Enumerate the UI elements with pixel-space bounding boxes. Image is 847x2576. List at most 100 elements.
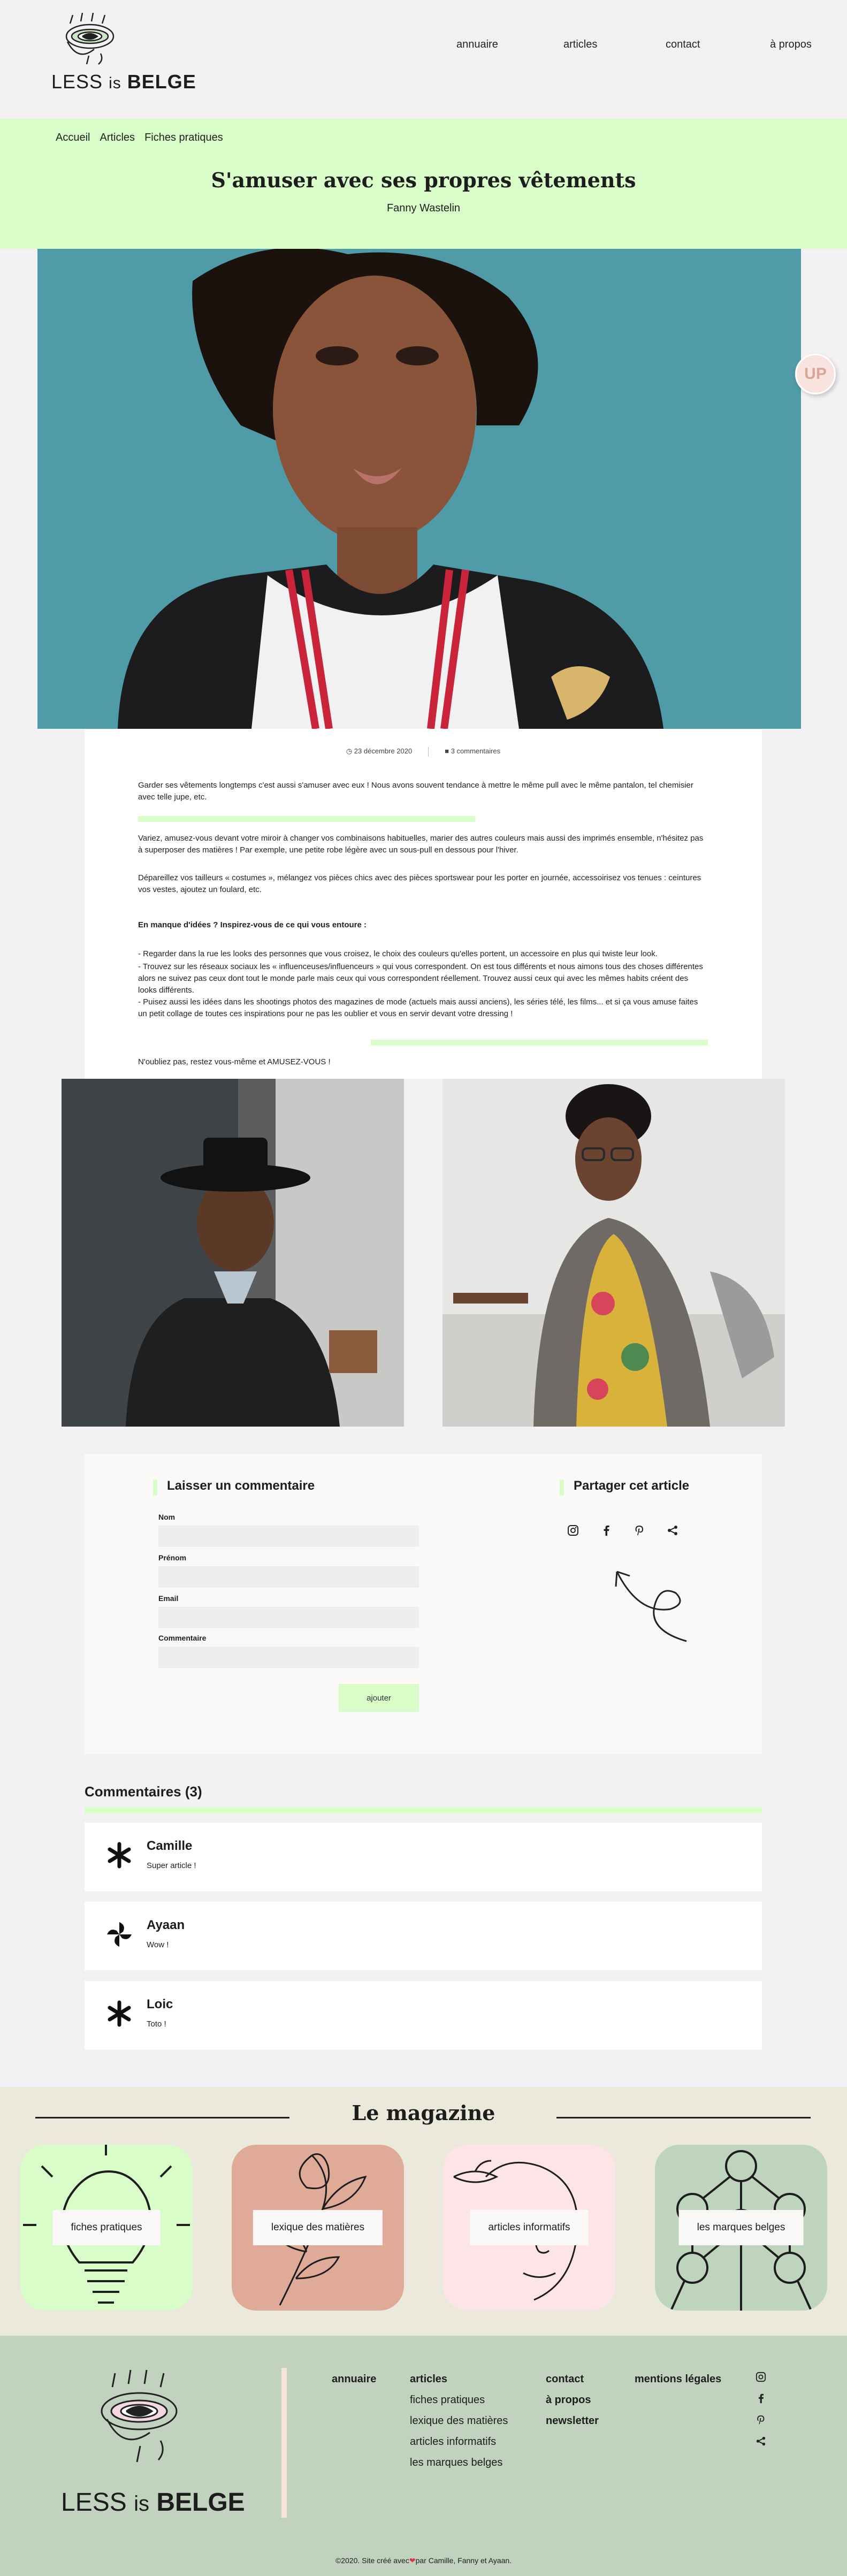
label-nom: Nom (158, 1513, 175, 1521)
article-body: ◷ 23 décembre 2020 ■ 3 commentaires Gard… (85, 729, 762, 1079)
paragraph-4-line-3: - Puisez aussi les idées dans les shooti… (138, 997, 698, 1018)
label-commentaire: Commentaire (158, 1634, 207, 1642)
comment-form-section: Laisser un commentaire Nom Prénom Email … (85, 1454, 762, 1754)
magazine-title: Le magazine (352, 2101, 495, 2125)
article-title: S'amuser avec ses propres vêtements (211, 168, 636, 192)
footer-logo[interactable]: LESS is BELGE (59, 2366, 251, 2537)
magazine-label: lexique des matières (253, 2210, 383, 2245)
asterisk-icon (108, 2000, 131, 2027)
site-footer: LESS is BELGE annuaire articles fiches p… (0, 2336, 847, 2576)
comment-author: Camille (147, 1839, 193, 1853)
footer-link-a-propos[interactable]: à propos (546, 2390, 599, 2411)
article-meta: ◷ 23 décembre 2020 ■ 3 commentaires (85, 747, 762, 757)
share-icon[interactable] (666, 1523, 680, 1537)
comments-accent-line (85, 1807, 762, 1813)
breadcrumb-fiches-pratiques[interactable]: Fiches pratiques (144, 132, 223, 144)
share-icons (566, 1523, 680, 1537)
footer-link-annuaire[interactable]: annuaire (332, 2369, 376, 2390)
photo-woman-glasses (442, 1079, 785, 1427)
pinterest-icon[interactable] (754, 2414, 767, 2426)
footer-link-mentions-legales[interactable]: mentions légales (635, 2369, 721, 2390)
paragraph-4-line-2: - Trouvez sur les réseaux sociaux les « … (138, 962, 703, 995)
share-heading: Partager cet article (560, 1478, 689, 1496)
magazine-rule-right (556, 2117, 811, 2118)
heart-icon: ❤ (409, 2556, 416, 2565)
magazine-card-fiches-pratiques[interactable]: fiches pratiques (20, 2145, 193, 2311)
hero-image (37, 249, 801, 729)
photo-man-hat (62, 1079, 404, 1427)
comment-author: Ayaan (147, 1918, 185, 1932)
footer-link-articles[interactable]: articles (410, 2369, 508, 2390)
pinterest-icon[interactable] (632, 1523, 646, 1537)
article-date: ◷ 23 décembre 2020 (346, 747, 413, 755)
nav-annuaire[interactable]: annuaire (456, 39, 498, 51)
accent-line (138, 816, 475, 822)
footer-copyright: ©2020. Site créé avec❤par Camille, Fanny… (335, 2556, 512, 2565)
footer-divider (281, 2368, 287, 2518)
site-header: LESS is BELGE annuaire articles contact … (0, 0, 847, 119)
footer-link-marques-belges[interactable]: les marques belges (410, 2452, 508, 2473)
paragraph-3: Dépareillez vos tailleurs « costumes », … (138, 873, 701, 894)
nom-input[interactable] (158, 1526, 419, 1547)
footer-link-newsletter[interactable]: newsletter (546, 2411, 599, 2432)
footer-link-lexique[interactable]: lexique des matières (410, 2411, 508, 2432)
footer-link-fiches-pratiques[interactable]: fiches pratiques (410, 2390, 508, 2411)
facebook-icon[interactable] (599, 1523, 613, 1537)
magazine-section: Le magazine fiches pratiques lexique des… (0, 2087, 847, 2336)
comment-author: Loic (147, 1997, 173, 2011)
breadcrumb-accueil[interactable]: Accueil (56, 132, 90, 144)
nav-articles[interactable]: articles (563, 39, 597, 51)
paragraph-2: Variez, amusez-vous devant votre miroir … (138, 834, 704, 855)
comments-title: Commentaires (3) (85, 1784, 202, 1800)
paragraph-4-heading: En manque d'idées ? Inspirez-vous de ce … (138, 920, 367, 929)
comment-form-heading: Laisser un commentaire (153, 1478, 315, 1496)
commentaire-textarea[interactable] (158, 1647, 419, 1668)
logo-wordmark: LESS is BELGE (51, 71, 196, 93)
breadcrumb: Accueil Articles Fiches pratiques (56, 132, 223, 144)
meta-divider (428, 747, 429, 757)
footer-col-annuaire: annuaire (332, 2369, 376, 2390)
instagram-icon[interactable] (566, 1523, 580, 1537)
nav-contact[interactable]: contact (666, 39, 700, 51)
main-nav: annuaire articles contact à propos (0, 39, 847, 55)
instagram-icon[interactable] (754, 2371, 767, 2383)
footer-link-articles-informatifs[interactable]: articles informatifs (410, 2432, 508, 2452)
paragraph-1: Garder ses vêtements longtemps c'est aus… (138, 781, 693, 802)
submit-comment-button[interactable]: ajouter (339, 1684, 419, 1712)
comment-text: Toto ! (147, 2019, 166, 2029)
title-band: Accueil Articles Fiches pratiques S'amus… (0, 119, 847, 249)
prenom-input[interactable] (158, 1566, 419, 1588)
magazine-label: les marques belges (678, 2210, 804, 2245)
footer-logo-wordmark: LESS is BELGE (61, 2488, 245, 2517)
footer-social-icons (754, 2371, 767, 2447)
comment-text: Wow ! (147, 1940, 169, 1949)
article-comment-count[interactable]: ■ 3 commentaires (445, 747, 500, 757)
site-logo[interactable]: LESS is BELGE (51, 11, 196, 102)
breadcrumb-articles[interactable]: Articles (100, 132, 135, 144)
magazine-card-articles-informatifs[interactable]: articles informatifs (443, 2145, 615, 2311)
paragraph-4-line-1: - Regarder dans la rue les looks des per… (138, 949, 658, 958)
comment-item: Camille Super article ! (85, 1823, 762, 1891)
magazine-card-marques-belges[interactable]: les marques belges (655, 2145, 827, 2311)
magazine-label: articles informatifs (470, 2210, 589, 2245)
label-prenom: Prénom (158, 1553, 187, 1562)
email-input[interactable] (158, 1607, 419, 1628)
magazine-label: fiches pratiques (52, 2210, 161, 2245)
footer-col-articles: articles fiches pratiques lexique des ma… (410, 2369, 508, 2473)
share-icon[interactable] (754, 2435, 767, 2447)
footer-link-contact[interactable]: contact (546, 2369, 599, 2390)
label-email: Email (158, 1594, 179, 1603)
comment-item: Ayaan Wow ! (85, 1902, 762, 1970)
facebook-icon[interactable] (754, 2392, 767, 2404)
footer-col-legal: mentions légales (635, 2369, 721, 2390)
asterisk-icon (108, 1842, 131, 1869)
pinwheel-icon (107, 1922, 132, 1947)
article-author: Fanny Wastelin (386, 202, 461, 214)
arrow-doodle-icon (615, 1571, 687, 1642)
nav-a-propos[interactable]: à propos (770, 39, 812, 51)
magazine-card-lexique[interactable]: lexique des matières (232, 2145, 404, 2311)
comment-text: Super article ! (147, 1861, 196, 1870)
scroll-up-button[interactable]: UP (795, 354, 836, 394)
accent-line (371, 1040, 708, 1046)
eye-logo-icon (101, 2369, 178, 2463)
